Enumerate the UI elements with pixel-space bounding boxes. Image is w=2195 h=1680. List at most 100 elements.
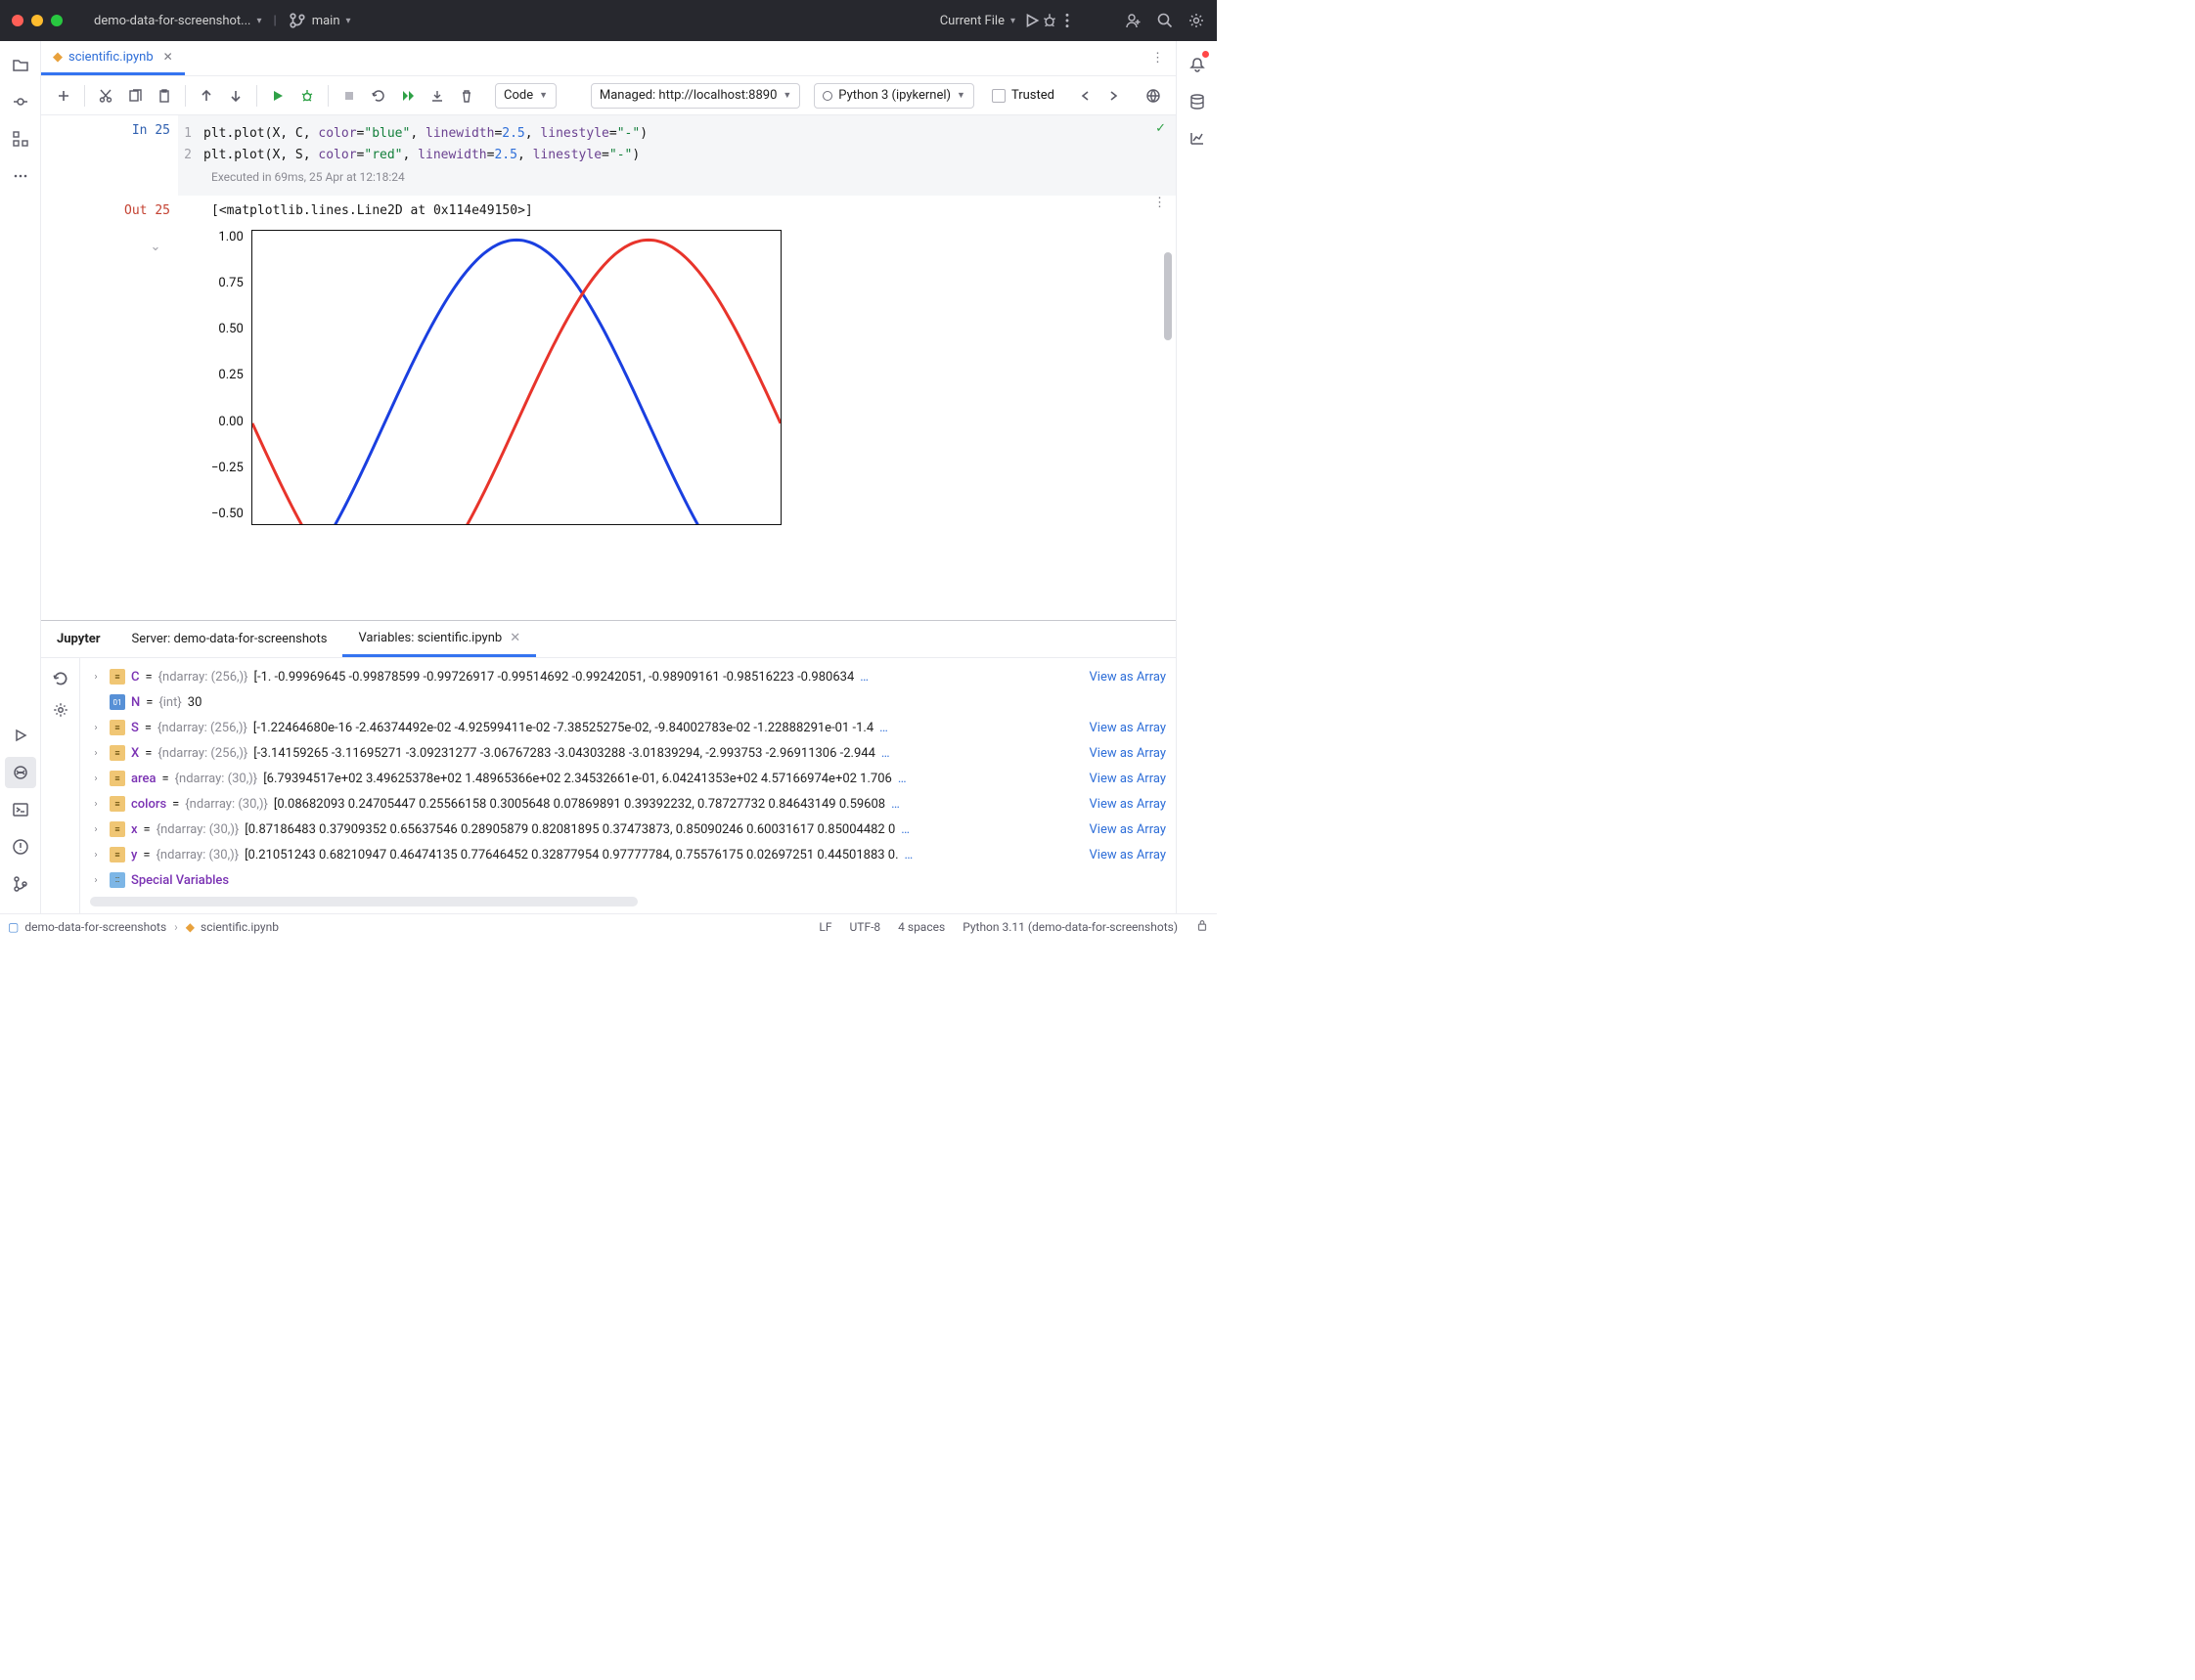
view-as-array-link[interactable]: View as Array <box>1090 797 1177 812</box>
jupyter-tab[interactable]: Jupyter <box>41 621 116 657</box>
zoom-icon[interactable] <box>51 15 63 26</box>
readonly-lock-icon[interactable] <box>1195 918 1209 935</box>
structure-tool-icon[interactable] <box>5 123 36 155</box>
variable-row[interactable]: ›≡ X = {ndarray: (256,)} [-3.14159265 -3… <box>80 740 1176 766</box>
interpreter-status[interactable]: Python 3.11 (demo-data-for-screenshots) <box>963 920 1178 934</box>
run-cell-icon[interactable] <box>265 83 291 109</box>
expand-icon[interactable]: › <box>88 824 104 835</box>
add-cell-icon[interactable] <box>51 83 76 109</box>
variable-row[interactable]: ›≡ colors = {ndarray: (30,)} [0.08682093… <box>80 791 1176 817</box>
variable-row[interactable]: ›≡ S = {ndarray: (256,)} [-1.22464680e-1… <box>80 715 1176 740</box>
paste-icon[interactable] <box>152 83 177 109</box>
settings-gear-icon[interactable] <box>1187 12 1205 29</box>
expand-icon[interactable]: › <box>88 672 104 683</box>
trusted-toggle[interactable]: Trusted <box>992 88 1054 103</box>
encoding-status[interactable]: UTF-8 <box>850 920 881 934</box>
commit-tool-icon[interactable] <box>5 86 36 117</box>
search-icon[interactable] <box>1156 12 1174 29</box>
vars-settings-icon[interactable] <box>48 697 73 723</box>
delete-cell-icon[interactable] <box>454 83 479 109</box>
code-line[interactable]: 2plt.plot(X, S, color="red", linewidth=2… <box>178 145 1176 166</box>
notifications-icon[interactable] <box>1182 49 1213 80</box>
tab-label: Jupyter <box>57 632 101 646</box>
server-tab[interactable]: Server: demo-data-for-screenshots <box>116 621 343 657</box>
variable-row[interactable]: ›≡ x = {ndarray: (30,)} [0.87186483 0.37… <box>80 817 1176 842</box>
file-tab[interactable]: ◆ scientific.ipynb ✕ <box>41 41 185 75</box>
crumb-label: demo-data-for-screenshots <box>24 920 166 934</box>
chevron-down-icon: ▾ <box>1010 16 1015 26</box>
code-with-me-icon[interactable] <box>1125 12 1142 29</box>
notebook-editor[interactable]: ✓ In 25 1plt.plot(X, C, color="blue", li… <box>41 115 1176 620</box>
run-all-icon[interactable] <box>395 83 421 109</box>
var-name: y <box>131 848 137 862</box>
view-as-array-link[interactable]: View as Array <box>1090 721 1177 735</box>
next-cell-icon[interactable] <box>1101 83 1127 109</box>
code-body[interactable]: 1plt.plot(X, C, color="blue", linewidth=… <box>178 115 1176 196</box>
expand-icon[interactable]: › <box>88 774 104 784</box>
debug-cell-icon[interactable] <box>294 83 320 109</box>
vars-list[interactable]: ›≡ C = {ndarray: (256,)} [-1. -0.9996964… <box>80 658 1176 913</box>
expand-icon[interactable]: › <box>88 799 104 810</box>
expand-icon[interactable]: › <box>88 748 104 759</box>
close-tab-icon[interactable]: ✕ <box>510 631 520 645</box>
project-tool-icon[interactable] <box>5 49 36 80</box>
problems-tool-icon[interactable] <box>5 831 36 862</box>
expand-icon[interactable]: › <box>88 850 104 861</box>
sciview-tool-icon[interactable] <box>1182 123 1213 155</box>
more-tool-icon[interactable] <box>5 160 36 192</box>
view-as-array-link[interactable]: View as Array <box>1090 670 1177 685</box>
restart-icon[interactable] <box>366 83 391 109</box>
expand-icon[interactable]: › <box>88 875 104 886</box>
breadcrumb-file[interactable]: ◆ scientific.ipynb <box>186 920 279 934</box>
run-icon[interactable] <box>1023 12 1041 29</box>
close-tab-icon[interactable]: ✕ <box>163 50 173 64</box>
line-sep-status[interactable]: LF <box>819 920 831 934</box>
vcs-tool-icon[interactable] <box>5 868 36 900</box>
project-selector[interactable]: demo-data-for-screenshot... ▾ <box>86 10 270 32</box>
services-tool-icon[interactable] <box>5 720 36 751</box>
jupyter-tool-icon[interactable] <box>5 757 36 788</box>
cell-type-selector[interactable]: Code ▼ <box>495 83 557 109</box>
open-in-browser-icon[interactable] <box>1141 83 1166 109</box>
view-as-array-link[interactable]: View as Array <box>1090 772 1177 786</box>
code-line[interactable]: 1plt.plot(X, C, color="blue", linewidth=… <box>178 123 1176 145</box>
code-cell[interactable]: In 25 1plt.plot(X, C, color="blue", line… <box>41 115 1176 196</box>
view-as-array-link[interactable]: View as Array <box>1090 746 1177 761</box>
run-config-selector[interactable]: Current File ▾ <box>932 10 1023 32</box>
database-tool-icon[interactable] <box>1182 86 1213 117</box>
variables-tab[interactable]: Variables: scientific.ipynb ✕ <box>342 621 536 657</box>
tab-more-icon[interactable]: ⋮ <box>1140 41 1176 75</box>
prev-cell-icon[interactable] <box>1072 83 1098 109</box>
inspection-ok-icon[interactable]: ✓ <box>1155 121 1166 136</box>
horiz-scrollbar[interactable] <box>90 897 638 906</box>
copy-icon[interactable] <box>122 83 148 109</box>
breadcrumb-project[interactable]: ▢ demo-data-for-screenshots <box>8 920 166 934</box>
var-type: {int} <box>158 695 181 710</box>
server-selector[interactable]: Managed: http://localhost:8890 ▼ <box>591 83 800 109</box>
interrupt-icon[interactable] <box>336 83 362 109</box>
variable-row[interactable]: ›:: Special Variables <box>80 867 1176 893</box>
move-up-icon[interactable] <box>194 83 219 109</box>
variable-row[interactable]: ›≡ C = {ndarray: (256,)} [-1. -0.9996964… <box>80 664 1176 689</box>
output-more-icon[interactable]: ⋮ <box>1153 196 1166 210</box>
titlebar: demo-data-for-screenshot... ▾ | main ▾ C… <box>0 0 1217 41</box>
fold-output-icon[interactable]: ⌄ <box>141 234 170 517</box>
kernel-selector[interactable]: Python 3 (ipykernel) ▼ <box>814 83 974 109</box>
cut-icon[interactable] <box>93 83 118 109</box>
more-icon[interactable] <box>1058 12 1076 29</box>
indent-status[interactable]: 4 spaces <box>898 920 945 934</box>
debug-icon[interactable] <box>1041 12 1058 29</box>
branch-selector[interactable]: main ▾ <box>281 8 359 33</box>
view-as-array-link[interactable]: View as Array <box>1090 848 1177 862</box>
variable-row[interactable]: ›≡ y = {ndarray: (30,)} [0.21051243 0.68… <box>80 842 1176 867</box>
terminal-tool-icon[interactable] <box>5 794 36 825</box>
view-as-array-link[interactable]: View as Array <box>1090 822 1177 837</box>
reload-vars-icon[interactable] <box>48 666 73 691</box>
move-down-icon[interactable] <box>223 83 248 109</box>
close-icon[interactable] <box>12 15 23 26</box>
clear-outputs-icon[interactable] <box>425 83 450 109</box>
expand-icon[interactable]: › <box>88 723 104 733</box>
variable-row[interactable]: ›≡ area = {ndarray: (30,)} [6.79394517e+… <box>80 766 1176 791</box>
variable-row[interactable]: 01 N = {int} 30 <box>80 689 1176 715</box>
minimize-icon[interactable] <box>31 15 43 26</box>
